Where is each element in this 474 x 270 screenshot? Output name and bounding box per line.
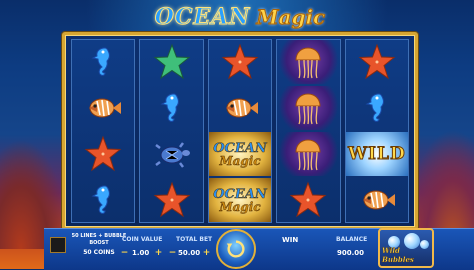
fish-icon	[346, 178, 408, 222]
ocean-magic-symbol: OCEAN Magic	[208, 178, 272, 222]
seahorse-icon	[72, 40, 134, 84]
reel-3: OCEAN Magic OCEAN Magic	[207, 39, 273, 223]
fish-icon	[72, 86, 134, 130]
seahorse-icon	[72, 178, 134, 222]
total-bet-value: 50.00	[178, 249, 201, 257]
starfish-icon	[346, 40, 408, 84]
logo-word-ocean: OCEAN	[154, 4, 251, 31]
reel-4	[276, 39, 341, 223]
seahorse-icon	[140, 86, 202, 130]
symbol-text-ocean: OCEAN	[213, 186, 267, 202]
starfish-green-icon	[140, 40, 202, 84]
reels-grid: OCEAN Magic OCEAN Magic WILD	[71, 39, 410, 223]
ocean-magic-symbol: OCEAN Magic	[208, 132, 272, 176]
reel-frame: OCEAN Magic OCEAN Magic WILD	[62, 32, 418, 230]
total-bet-label: TOTAL BET	[176, 236, 213, 243]
starfish-icon	[209, 40, 271, 84]
coin-value-plus-button[interactable]: +	[154, 249, 163, 258]
wild-bubbles-feature[interactable]: Wild Bubbles	[378, 228, 434, 268]
wild-symbol: WILD	[345, 132, 409, 176]
fish-icon	[209, 86, 271, 130]
starfish-icon	[140, 178, 202, 222]
balance-label: BALANCE	[336, 236, 368, 243]
jellyfish-icon	[277, 86, 340, 130]
wild-text: WILD	[347, 144, 406, 165]
jellyfish-icon	[277, 132, 340, 176]
logo-word-magic: Magic	[256, 5, 326, 30]
starfish-icon	[72, 132, 134, 176]
reel-2	[139, 39, 204, 223]
balance-value: 900.00	[337, 249, 365, 257]
turtle-icon	[140, 132, 202, 176]
menu-button[interactable]	[50, 237, 66, 253]
lines-text: 50 LINES + BUBBLE BOOST	[71, 233, 127, 246]
coin-value-minus-button[interactable]: −	[120, 249, 129, 258]
reel-5: WILD	[344, 39, 410, 223]
win-label: WIN	[282, 236, 299, 244]
symbol-text-ocean: OCEAN	[213, 140, 267, 156]
spin-button[interactable]	[216, 229, 256, 269]
seahorse-icon	[346, 86, 408, 130]
total-bet-minus-button[interactable]: −	[168, 249, 177, 258]
wild-bubbles-label: Wild Bubbles	[382, 246, 414, 264]
symbol-text-magic: Magic	[219, 153, 261, 168]
coin-value: 1.00	[132, 249, 150, 257]
game-logo: OCEAN Magic	[140, 2, 340, 32]
symbol-text-magic: Magic	[219, 199, 261, 214]
jellyfish-icon	[277, 40, 340, 84]
coin-value-label: COIN VALUE	[122, 236, 163, 243]
reel-1	[71, 39, 136, 223]
spin-arrows-icon	[226, 240, 245, 258]
starfish-icon	[277, 178, 339, 222]
total-bet-plus-button[interactable]: +	[202, 249, 211, 258]
